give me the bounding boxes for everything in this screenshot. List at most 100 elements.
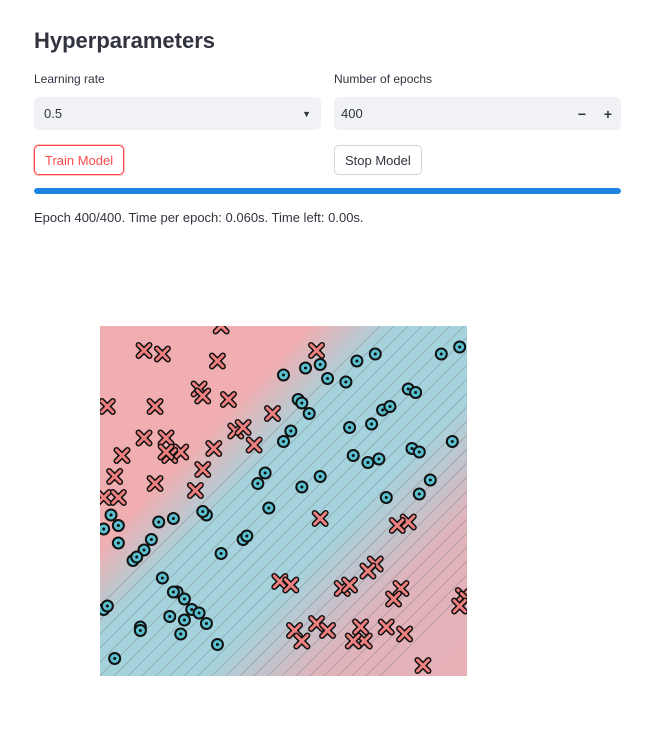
data-point-x bbox=[113, 447, 131, 464]
progress-bar-fill bbox=[34, 188, 621, 194]
data-point-x bbox=[146, 398, 164, 415]
data-point-o bbox=[372, 452, 386, 466]
data-point-o bbox=[313, 358, 327, 371]
data-point-x bbox=[146, 475, 164, 492]
epochs-label: Number of epochs bbox=[334, 72, 433, 86]
data-point-x bbox=[293, 632, 311, 650]
data-point-x bbox=[234, 419, 252, 436]
data-point-x bbox=[385, 590, 403, 608]
data-point-x bbox=[157, 429, 175, 447]
data-point-o bbox=[262, 501, 276, 515]
data-point-o bbox=[412, 487, 426, 501]
data-point-x bbox=[194, 387, 212, 405]
data-point-o bbox=[100, 522, 111, 536]
data-point-x bbox=[205, 440, 223, 457]
data-point-o bbox=[302, 407, 316, 420]
data-point-x bbox=[153, 345, 171, 363]
progress-bar bbox=[34, 188, 621, 194]
data-point-o bbox=[423, 473, 437, 487]
data-point-o bbox=[412, 445, 426, 459]
data-point-o bbox=[104, 508, 118, 522]
data-point-o bbox=[365, 417, 379, 431]
data-point-o bbox=[152, 515, 166, 529]
data-point-o bbox=[240, 529, 254, 543]
data-point-o bbox=[284, 424, 298, 438]
data-point-x bbox=[186, 482, 204, 499]
data-point-x bbox=[100, 489, 113, 506]
data-point-x bbox=[100, 398, 116, 415]
status-text: Epoch 400/400. Time per epoch: 0.060s. T… bbox=[34, 210, 364, 225]
data-point-o bbox=[346, 449, 360, 462]
data-point-x bbox=[208, 352, 226, 370]
data-point-o bbox=[163, 610, 177, 623]
data-point-o bbox=[166, 585, 180, 599]
data-point-o bbox=[174, 627, 188, 641]
data-point-o bbox=[251, 477, 265, 490]
data-point-o bbox=[258, 466, 272, 480]
data-point-x bbox=[106, 468, 124, 485]
data-point-o bbox=[111, 519, 125, 532]
data-point-o bbox=[177, 613, 191, 627]
data-point-x bbox=[109, 489, 127, 506]
data-point-o bbox=[196, 505, 210, 518]
chevron-down-icon: ▼ bbox=[302, 108, 311, 119]
data-point-x bbox=[344, 632, 362, 650]
data-point-o bbox=[295, 480, 309, 494]
data-point-x bbox=[341, 576, 359, 594]
data-point-x bbox=[451, 597, 467, 615]
increment-button[interactable]: + bbox=[595, 97, 621, 130]
data-point-o bbox=[277, 368, 290, 382]
data-point-x bbox=[359, 562, 377, 580]
data-point-o bbox=[210, 638, 224, 651]
data-point-x bbox=[157, 443, 175, 461]
data-point-x bbox=[388, 517, 406, 534]
data-point-o bbox=[383, 400, 397, 413]
data-point-o bbox=[199, 617, 213, 630]
data-point-o bbox=[295, 396, 309, 410]
data-point-o bbox=[177, 592, 191, 606]
data-point-o bbox=[343, 421, 357, 434]
data-point-o bbox=[434, 347, 448, 361]
data-point-o bbox=[144, 533, 158, 546]
data-point-o bbox=[321, 372, 335, 385]
page-title: Hyperparameters bbox=[34, 28, 215, 53]
epochs-input[interactable] bbox=[334, 96, 569, 131]
data-point-x bbox=[319, 622, 337, 639]
data-point-o bbox=[155, 571, 169, 585]
data-point-x bbox=[414, 657, 432, 674]
epochs-number-input: − + bbox=[334, 96, 621, 131]
data-point-x bbox=[396, 625, 414, 643]
data-point-o bbox=[130, 550, 144, 564]
data-point-o bbox=[299, 361, 313, 375]
train-model-button[interactable]: Train Model bbox=[34, 145, 125, 175]
data-point-o bbox=[108, 652, 122, 665]
data-point-x bbox=[219, 391, 237, 408]
data-point-x bbox=[282, 576, 300, 594]
data-point-o bbox=[111, 536, 125, 550]
data-point-o bbox=[313, 470, 327, 483]
decision-boundary-plot bbox=[100, 326, 467, 676]
data-point-o bbox=[339, 375, 353, 389]
data-point-o bbox=[445, 435, 459, 448]
data-point-o bbox=[379, 491, 393, 504]
learning-rate-value: 0.5 bbox=[44, 106, 63, 121]
data-point-o bbox=[100, 599, 114, 613]
data-point-x bbox=[135, 342, 153, 359]
data-point-x bbox=[135, 429, 153, 447]
data-point-o bbox=[133, 624, 147, 637]
data-point-o bbox=[368, 347, 382, 361]
data-point-x bbox=[377, 618, 395, 636]
data-point-x bbox=[245, 436, 263, 454]
stop-model-button[interactable]: Stop Model bbox=[334, 145, 422, 175]
data-point-x bbox=[263, 405, 281, 422]
learning-rate-label: Learning rate bbox=[34, 72, 105, 86]
data-point-o bbox=[277, 435, 290, 448]
data-point-o bbox=[192, 606, 206, 620]
data-point-o bbox=[409, 386, 423, 399]
data-point-x bbox=[311, 510, 329, 527]
decrement-button[interactable]: − bbox=[569, 97, 595, 130]
data-point-o bbox=[166, 512, 180, 525]
data-point-o bbox=[214, 547, 228, 560]
data-point-o bbox=[453, 340, 467, 354]
learning-rate-select[interactable]: 0.5 ▼ bbox=[34, 97, 321, 130]
